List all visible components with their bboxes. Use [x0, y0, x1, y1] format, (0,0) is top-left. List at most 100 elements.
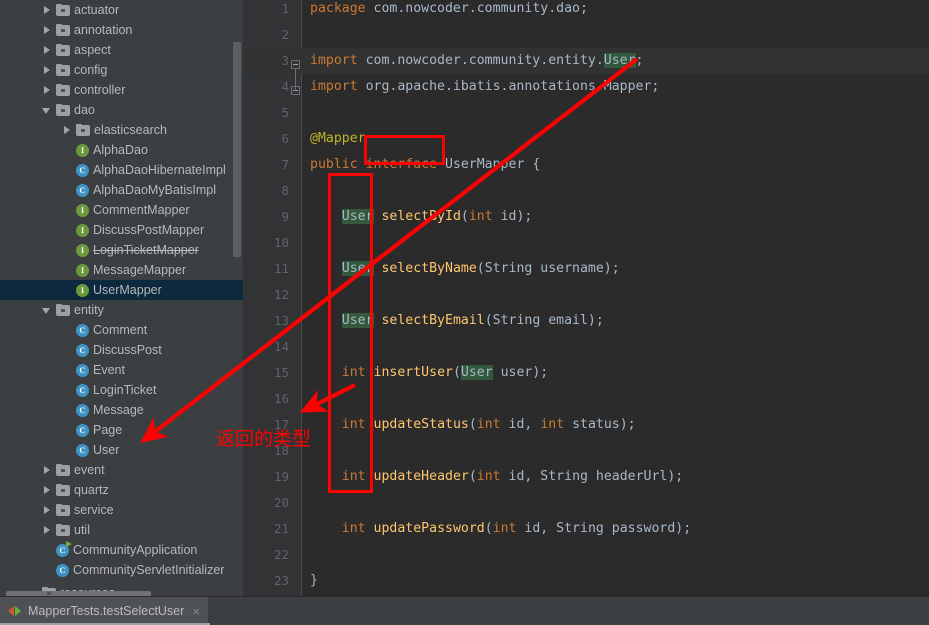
chevron-right-icon[interactable] — [42, 505, 53, 516]
sidebar-item-service[interactable]: service — [0, 500, 243, 520]
line-number: 22 — [273, 547, 289, 562]
chevron-down-icon[interactable] — [42, 105, 53, 116]
code-text[interactable]: import org.apache.ibatis.annotations.Map… — [310, 74, 659, 100]
code-token: status); — [564, 417, 636, 432]
code-text[interactable]: @Mapper — [310, 126, 366, 152]
code-line[interactable]: 4 import org.apache.ibatis.annotations.Ma… — [243, 74, 929, 100]
sidebar-item-message[interactable]: C Message — [0, 400, 243, 420]
chevron-right-icon[interactable] — [42, 465, 53, 476]
line-number: 10 — [273, 235, 289, 250]
sidebar-item-usermapper[interactable]: I UserMapper — [0, 280, 243, 300]
sidebar-item-discusspost[interactable]: C DiscussPost — [0, 340, 243, 360]
chevron-right-icon[interactable] — [42, 25, 53, 36]
sidebar-item-communityservletinitializer[interactable]: C CommunityServletInitializer — [0, 560, 243, 580]
class-icon: C — [56, 563, 69, 577]
sidebar-item-dao[interactable]: dao — [0, 100, 243, 120]
code-text[interactable]: } — [310, 568, 318, 594]
code-text[interactable]: int updatePassword(int id, String passwo… — [310, 516, 691, 542]
project-tree-list[interactable]: actuator annotation aspect config controller… — [0, 0, 243, 580]
sidebar-item-alphadaohibernateimpl[interactable]: C AlphaDaoHibernateImpl — [0, 160, 243, 180]
class-icon: C — [76, 183, 89, 197]
bottom-tool-window-bar[interactable]: MapperTests.testSelectUser × https://blo… — [0, 596, 929, 625]
sidebar-item-elasticsearch[interactable]: elasticsearch — [0, 120, 243, 140]
class-icon: C — [76, 423, 89, 437]
code-token: ( — [484, 521, 493, 536]
sidebar-item-label: UserMapper — [93, 283, 162, 297]
code-line[interactable]: 6 @Mapper — [243, 126, 929, 152]
code-fold-icon[interactable] — [291, 60, 300, 69]
sidebar-item-label: Comment — [93, 323, 148, 337]
sidebar-item-commentmapper[interactable]: I CommentMapper — [0, 200, 243, 220]
no-chevron — [42, 545, 53, 556]
project-tree-panel[interactable]: actuator annotation aspect config controller… — [0, 0, 243, 596]
chevron-right-icon[interactable] — [42, 45, 53, 56]
code-line[interactable]: 2 — [243, 22, 929, 48]
sidebar-item-discusspostmapper[interactable]: I DiscussPostMapper — [0, 220, 243, 240]
sidebar-item-config[interactable]: config — [0, 60, 243, 80]
sidebar-item-event[interactable]: C Event — [0, 360, 243, 380]
code-line[interactable]: 3 import com.nowcoder.community.entity.Us… — [243, 48, 929, 74]
code-text[interactable]: import com.nowcoder.community.entity.Use… — [310, 48, 643, 74]
code-token: ( — [468, 417, 477, 432]
sidebar-item-label: actuator — [74, 3, 120, 17]
folder-icon — [76, 124, 90, 136]
code-token: ; — [635, 53, 644, 68]
sidebar-vertical-scrollbar[interactable] — [233, 42, 241, 257]
folder-icon — [56, 464, 70, 476]
sidebar-item-label: entity — [74, 303, 104, 317]
code-line[interactable]: 5 — [243, 100, 929, 126]
sidebar-item-loginticketmapper[interactable]: I LoginTicketMapper — [0, 240, 243, 260]
sidebar-item-actuator[interactable]: actuator — [0, 0, 243, 20]
sidebar-item-communityapplication[interactable]: C CommunityApplication — [0, 540, 243, 560]
code-line[interactable]: 21 int updatePassword(int id, String pas… — [243, 516, 929, 542]
line-number: 13 — [273, 313, 289, 328]
sidebar-item-alphadao[interactable]: I AlphaDao — [0, 140, 243, 160]
sidebar-item-alphadaomybatisimpl[interactable]: C AlphaDaoMyBatisImpl — [0, 180, 243, 200]
run-tab[interactable]: MapperTests.testSelectUser × — [0, 597, 208, 625]
code-token: UserMapper { — [444, 157, 541, 172]
class-icon: C — [76, 163, 89, 177]
sidebar-item-loginticket[interactable]: C LoginTicket — [0, 380, 243, 400]
chevron-right-icon[interactable] — [42, 85, 53, 96]
folder-icon — [56, 504, 70, 516]
sidebar-item-event[interactable]: event — [0, 460, 243, 480]
sidebar-item-comment[interactable]: C Comment — [0, 320, 243, 340]
sidebar-item-entity[interactable]: entity — [0, 300, 243, 320]
ide-window: actuator annotation aspect config controller… — [0, 0, 929, 625]
code-line[interactable]: 22 — [243, 542, 929, 568]
sidebar-item-label: quartz — [74, 483, 109, 497]
no-chevron — [62, 225, 73, 236]
code-token: int — [468, 209, 493, 224]
class-icon: C — [76, 363, 89, 377]
sidebar-item-messagemapper[interactable]: I MessageMapper — [0, 260, 243, 280]
sidebar-item-page[interactable]: C Page — [0, 420, 243, 440]
sidebar-item-util[interactable]: util — [0, 520, 243, 540]
sidebar-item-aspect[interactable]: aspect — [0, 40, 243, 60]
sidebar-item-user[interactable]: C User — [0, 440, 243, 460]
chevron-down-icon[interactable] — [42, 305, 53, 316]
chevron-right-icon[interactable] — [42, 485, 53, 496]
sidebar-item-quartz[interactable]: quartz — [0, 480, 243, 500]
folder-icon — [56, 524, 70, 536]
interface-icon: I — [76, 283, 89, 297]
sidebar-item-controller[interactable]: controller — [0, 80, 243, 100]
close-icon[interactable]: × — [192, 605, 200, 618]
folder-icon — [56, 304, 70, 316]
line-number: 2 — [281, 27, 289, 42]
sidebar-item-label: DiscussPostMapper — [93, 223, 205, 237]
sidebar-item-annotation[interactable]: annotation — [0, 20, 243, 40]
chevron-right-icon[interactable] — [42, 525, 53, 536]
chevron-right-icon[interactable] — [42, 65, 53, 76]
code-line[interactable]: 20 — [243, 490, 929, 516]
code-line[interactable]: 1 package com.nowcoder.community.dao; — [243, 0, 929, 22]
code-token: int — [540, 417, 565, 432]
sidebar-item-label: event — [74, 463, 105, 477]
chevron-right-icon[interactable] — [42, 5, 53, 16]
return-type-note: 返回的类型 — [216, 428, 312, 450]
code-text[interactable]: package com.nowcoder.community.dao; — [310, 0, 588, 22]
no-chevron — [62, 165, 73, 176]
interface-icon: I — [76, 263, 89, 277]
sidebar-item-label: Message — [93, 403, 144, 417]
chevron-right-icon[interactable] — [62, 125, 73, 136]
code-line[interactable]: 23} — [243, 568, 929, 594]
